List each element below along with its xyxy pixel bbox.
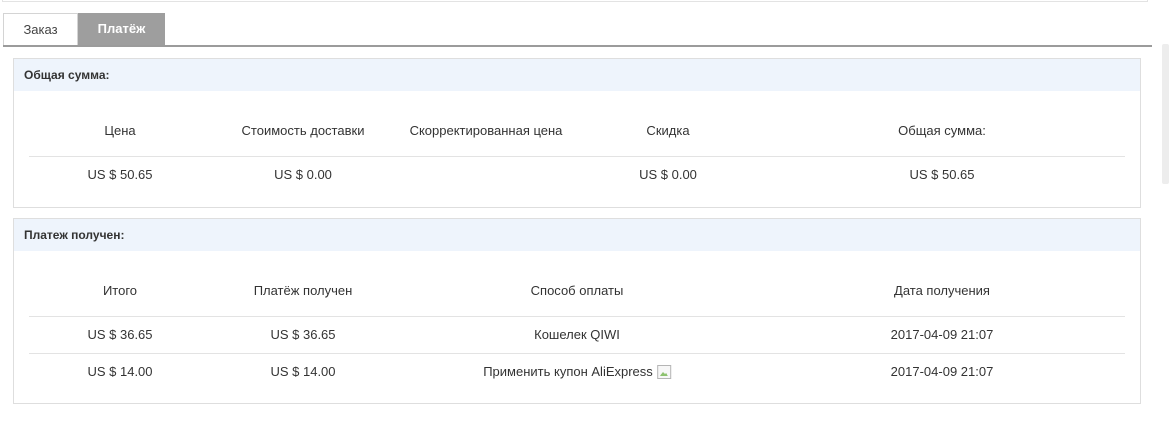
row2-received-date: 2017-04-09 21:07 [890, 364, 994, 379]
table-row: US $ 36.65 US $ 36.65 Кошелек QIWI 2017-… [29, 316, 1125, 353]
header-payment-received: Платёж получен [253, 283, 353, 298]
header-discount: Скидка [646, 123, 690, 138]
row2-subtotal: US $ 14.00 [87, 364, 153, 379]
row1-subtotal: US $ 36.65 [87, 327, 153, 342]
row1-payment-method: Кошелек QIWI [534, 327, 620, 342]
header-subtotal: Итого [102, 283, 138, 298]
row2-payment-method-label: Применить купон AliExpress [483, 364, 653, 379]
tab-order[interactable]: Заказ [3, 13, 78, 45]
header-payment-method: Способ оплаты [530, 283, 624, 298]
header-price: Цена [104, 123, 136, 138]
total-table-row: US $ 50.65 US $ 0.00 US $ 0.00 US $ 50.6… [29, 156, 1125, 193]
scrollbar[interactable] [1162, 44, 1169, 184]
value-shipping-cost: US $ 0.00 [274, 167, 332, 182]
header-total-amount: Общая сумма: [898, 123, 986, 138]
header-received-date: Дата получения [894, 283, 990, 298]
payment-panel-title: Платеж получен: [14, 219, 1140, 251]
value-discount: US $ 0.00 [639, 167, 697, 182]
tab-bar: Заказ Платёж [3, 13, 1152, 47]
total-table: Цена Стоимость доставки Скорректированна… [29, 106, 1125, 193]
table-row: US $ 14.00 US $ 14.00 Применить купон Al… [29, 353, 1125, 390]
payment-received-panel: Платеж получен: Итого Платёж получен Спо… [13, 218, 1141, 404]
header-adjusted-price: Скорректированная цена [409, 123, 563, 138]
row2-payment-method: Применить купон AliExpress [483, 364, 671, 379]
total-panel-title: Общая сумма: [14, 59, 1140, 91]
total-table-header: Цена Стоимость доставки Скорректированна… [29, 106, 1125, 156]
payment-table-header: Итого Платёж получен Способ оплаты Дата … [29, 266, 1125, 316]
value-total-amount: US $ 50.65 [909, 167, 975, 182]
tab-payment[interactable]: Платёж [78, 13, 165, 45]
payment-table: Итого Платёж получен Способ оплаты Дата … [29, 266, 1125, 390]
row1-received-date: 2017-04-09 21:07 [890, 327, 994, 342]
row2-payment-received: US $ 14.00 [270, 364, 336, 379]
broken-image-icon [656, 365, 671, 379]
value-price: US $ 50.65 [87, 167, 153, 182]
header-shipping-cost: Стоимость доставки [241, 123, 365, 138]
order-payment-page: Заказ Платёж Общая сумма: Цена Стоимость… [0, 0, 1169, 433]
row1-payment-received: US $ 36.65 [270, 327, 336, 342]
top-container-edge [2, 0, 1148, 2]
total-amount-panel: Общая сумма: Цена Стоимость доставки Ско… [13, 58, 1141, 208]
